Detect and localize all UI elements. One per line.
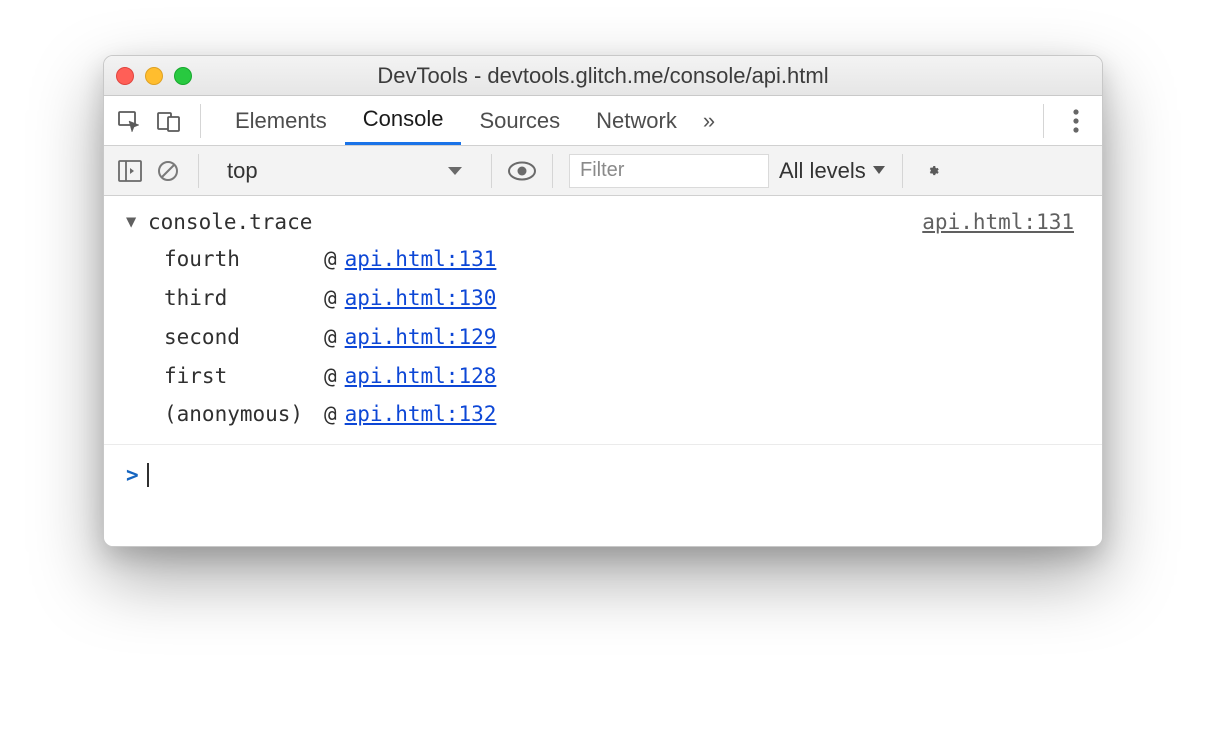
tab-sources[interactable]: Sources xyxy=(461,96,578,145)
console-output: ▼ console.trace api.html:131 fourth @ ap… xyxy=(104,196,1102,546)
clear-console-icon[interactable] xyxy=(154,157,182,185)
settings-menu-icon[interactable] xyxy=(1060,108,1092,134)
inspect-element-icon[interactable] xyxy=(114,106,144,136)
device-toolbar-icon[interactable] xyxy=(154,106,184,136)
at-symbol: @ xyxy=(324,318,337,357)
stack-frame-link[interactable]: api.html:132 xyxy=(345,395,497,434)
stack-frame: second @ api.html:129 xyxy=(164,318,1102,357)
maximize-icon[interactable] xyxy=(174,67,192,85)
console-settings-icon[interactable] xyxy=(919,157,947,185)
stack-frame-link[interactable]: api.html:131 xyxy=(345,240,497,279)
stack-frame: third @ api.html:130 xyxy=(164,279,1102,318)
stack-frame-function: second xyxy=(164,318,324,357)
trace-label: console.trace xyxy=(148,210,312,234)
toolbar-separator xyxy=(198,154,199,188)
log-levels-label: All levels xyxy=(779,158,866,184)
panel-toolbar: Elements Console Sources Network » xyxy=(104,96,1102,146)
toolbar-separator xyxy=(552,154,553,188)
chevron-down-icon xyxy=(872,165,886,176)
stack-frame-link[interactable]: api.html:129 xyxy=(345,318,497,357)
stack-frame: first @ api.html:128 xyxy=(164,357,1102,396)
window-title: DevTools - devtools.glitch.me/console/ap… xyxy=(104,63,1102,89)
stack-frame-function: third xyxy=(164,279,324,318)
panel-tabs: Elements Console Sources Network » xyxy=(217,96,723,145)
close-icon[interactable] xyxy=(116,67,134,85)
source-link[interactable]: api.html:131 xyxy=(922,210,1074,234)
at-symbol: @ xyxy=(324,395,337,434)
text-cursor xyxy=(147,463,149,487)
stack-frame-link[interactable]: api.html:128 xyxy=(345,357,497,396)
tab-elements[interactable]: Elements xyxy=(217,96,345,145)
toolbar-separator xyxy=(1043,104,1044,138)
trace-entry: ▼ console.trace api.html:131 xyxy=(104,206,1102,236)
log-levels-select[interactable]: All levels xyxy=(779,158,886,184)
at-symbol: @ xyxy=(324,240,337,279)
toggle-console-drawer-icon[interactable] xyxy=(116,157,144,185)
titlebar: DevTools - devtools.glitch.me/console/ap… xyxy=(104,56,1102,96)
stack-frame-function: first xyxy=(164,357,324,396)
live-expression-icon[interactable] xyxy=(508,157,536,185)
stack-frame-link[interactable]: api.html:130 xyxy=(345,279,497,318)
tabs-overflow-button[interactable]: » xyxy=(695,96,723,145)
at-symbol: @ xyxy=(324,357,337,396)
toolbar-separator xyxy=(491,154,492,188)
stack-frame: fourth @ api.html:131 xyxy=(164,240,1102,279)
toolbar-separator xyxy=(902,154,903,188)
console-prompt[interactable]: > xyxy=(104,445,1102,527)
console-toolbar: top All levels xyxy=(104,146,1102,196)
stack-trace: fourth @ api.html:131 third @ api.html:1… xyxy=(104,236,1102,445)
minimize-icon[interactable] xyxy=(145,67,163,85)
filter-input[interactable] xyxy=(569,154,769,188)
toolbar-separator xyxy=(200,104,201,138)
tab-network[interactable]: Network xyxy=(578,96,695,145)
chevron-down-icon xyxy=(447,165,463,177)
execution-context-select[interactable]: top xyxy=(215,153,475,189)
disclosure-triangle-icon[interactable]: ▼ xyxy=(126,212,144,232)
window-controls xyxy=(116,67,192,85)
prompt-caret-icon: > xyxy=(126,463,139,487)
tab-console[interactable]: Console xyxy=(345,96,462,145)
stack-frame: (anonymous) @ api.html:132 xyxy=(164,395,1102,434)
stack-frame-function: (anonymous) xyxy=(164,395,324,434)
stack-frame-function: fourth xyxy=(164,240,324,279)
at-symbol: @ xyxy=(324,279,337,318)
devtools-window: DevTools - devtools.glitch.me/console/ap… xyxy=(103,55,1103,547)
execution-context-label: top xyxy=(227,158,258,184)
